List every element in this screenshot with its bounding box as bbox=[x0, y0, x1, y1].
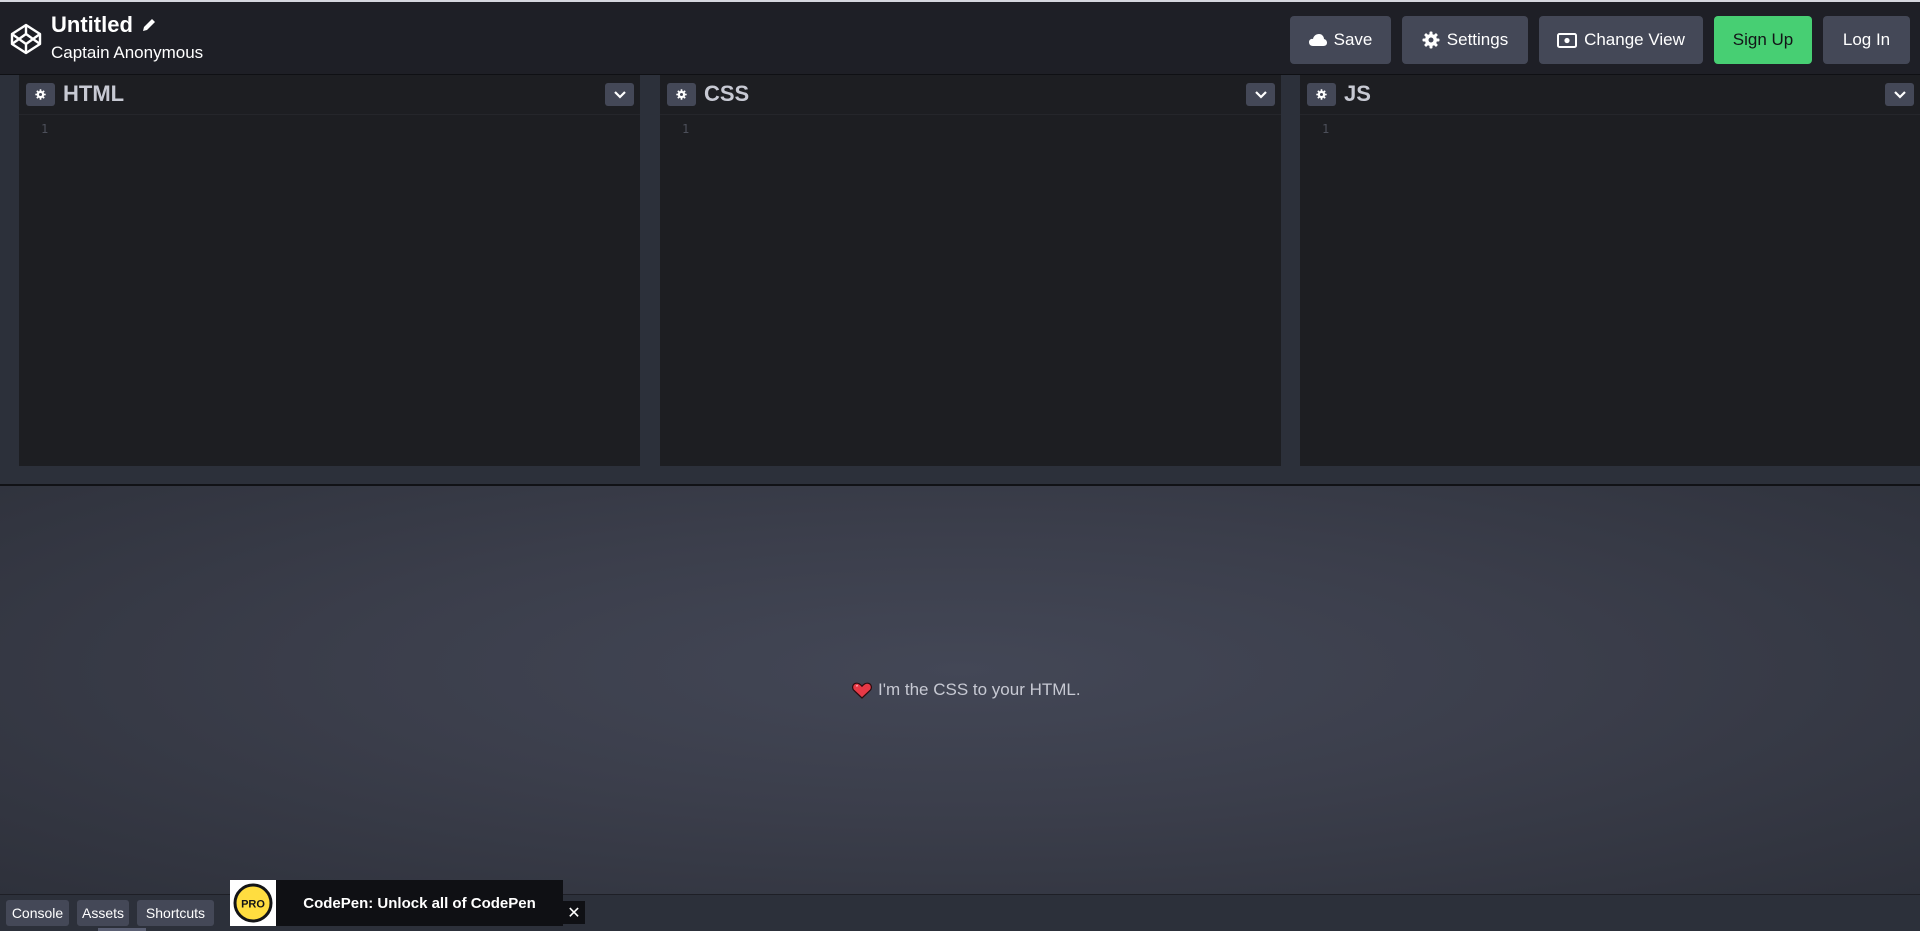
chevron-down-icon bbox=[613, 90, 626, 99]
codepen-logo-icon[interactable] bbox=[9, 22, 43, 56]
html-editor[interactable]: HTML 1 bbox=[19, 75, 640, 466]
editor-header: HTML bbox=[19, 75, 640, 115]
preview-text: I'm the CSS to your HTML. bbox=[878, 680, 1081, 699]
editor-options-button[interactable] bbox=[1246, 83, 1275, 106]
change-view-label: Change View bbox=[1584, 30, 1685, 49]
gear-icon bbox=[35, 89, 46, 100]
assets-button[interactable]: Assets bbox=[77, 900, 129, 926]
line-number: 1 bbox=[1322, 122, 1330, 136]
preview-resizer[interactable] bbox=[0, 468, 1920, 486]
result-preview: I'm the CSS to your HTML. bbox=[0, 486, 1920, 894]
editor-options-button[interactable] bbox=[1885, 83, 1914, 106]
layout-view-icon bbox=[1557, 32, 1578, 48]
pro-badge: PRO bbox=[230, 880, 276, 926]
console-button[interactable]: Console bbox=[6, 900, 69, 926]
settings-label: Settings bbox=[1446, 30, 1509, 49]
save-button[interactable]: Save bbox=[1290, 16, 1391, 64]
line-number: 1 bbox=[682, 122, 690, 136]
pro-promo-banner[interactable]: PRO CodePen: Unlock all of CodePen bbox=[230, 880, 563, 926]
promo-text: CodePen: Unlock all of CodePen bbox=[303, 894, 536, 912]
gear-icon bbox=[1316, 89, 1327, 100]
editor-title: JS bbox=[1344, 81, 1371, 106]
pencil-icon[interactable] bbox=[141, 17, 157, 33]
promo-close-button[interactable]: ✕ bbox=[563, 901, 585, 924]
pen-title[interactable]: Untitled bbox=[51, 12, 133, 38]
top-bar: Untitled Captain Anonymous Save Settings… bbox=[0, 0, 1920, 75]
editor-title: HTML bbox=[63, 81, 125, 106]
js-editor[interactable]: JS 1 bbox=[1300, 75, 1920, 466]
settings-button[interactable]: Settings bbox=[1402, 16, 1528, 64]
line-number: 1 bbox=[41, 122, 49, 136]
editor-resizer[interactable] bbox=[640, 75, 659, 466]
heart-icon bbox=[852, 682, 872, 699]
gear-icon bbox=[676, 89, 687, 100]
save-label: Save bbox=[1333, 30, 1373, 49]
editor-settings-button[interactable] bbox=[1307, 83, 1336, 106]
editors-area: HTML 1 CSS 1 JS 1 bbox=[0, 75, 1920, 468]
editor-header: JS bbox=[1300, 75, 1920, 115]
editor-header: CSS bbox=[660, 75, 1281, 115]
gear-icon bbox=[1422, 31, 1440, 49]
editor-settings-button[interactable] bbox=[667, 83, 696, 106]
preview-message: I'm the CSS to your HTML. bbox=[852, 680, 1081, 700]
editor-resizer[interactable] bbox=[0, 75, 19, 466]
pen-title-area: Untitled Captain Anonymous bbox=[51, 12, 203, 63]
chevron-down-icon bbox=[1893, 90, 1906, 99]
editor-options-button[interactable] bbox=[605, 83, 634, 106]
editor-settings-button[interactable] bbox=[26, 83, 55, 106]
editor-title: CSS bbox=[704, 81, 750, 106]
shortcuts-button[interactable]: Shortcuts bbox=[137, 900, 214, 926]
pro-badge-text: PRO bbox=[241, 899, 265, 911]
css-editor[interactable]: CSS 1 bbox=[660, 75, 1281, 466]
change-view-button[interactable]: Change View bbox=[1539, 16, 1703, 64]
log-in-button[interactable]: Log In bbox=[1823, 16, 1910, 64]
pen-author: Captain Anonymous bbox=[51, 43, 204, 62]
cloud-icon bbox=[1308, 34, 1327, 46]
sign-up-button[interactable]: Sign Up bbox=[1714, 16, 1812, 64]
editor-resizer[interactable] bbox=[1281, 75, 1300, 466]
chevron-down-icon bbox=[1254, 90, 1267, 99]
pro-badge-icon: PRO bbox=[233, 883, 273, 923]
